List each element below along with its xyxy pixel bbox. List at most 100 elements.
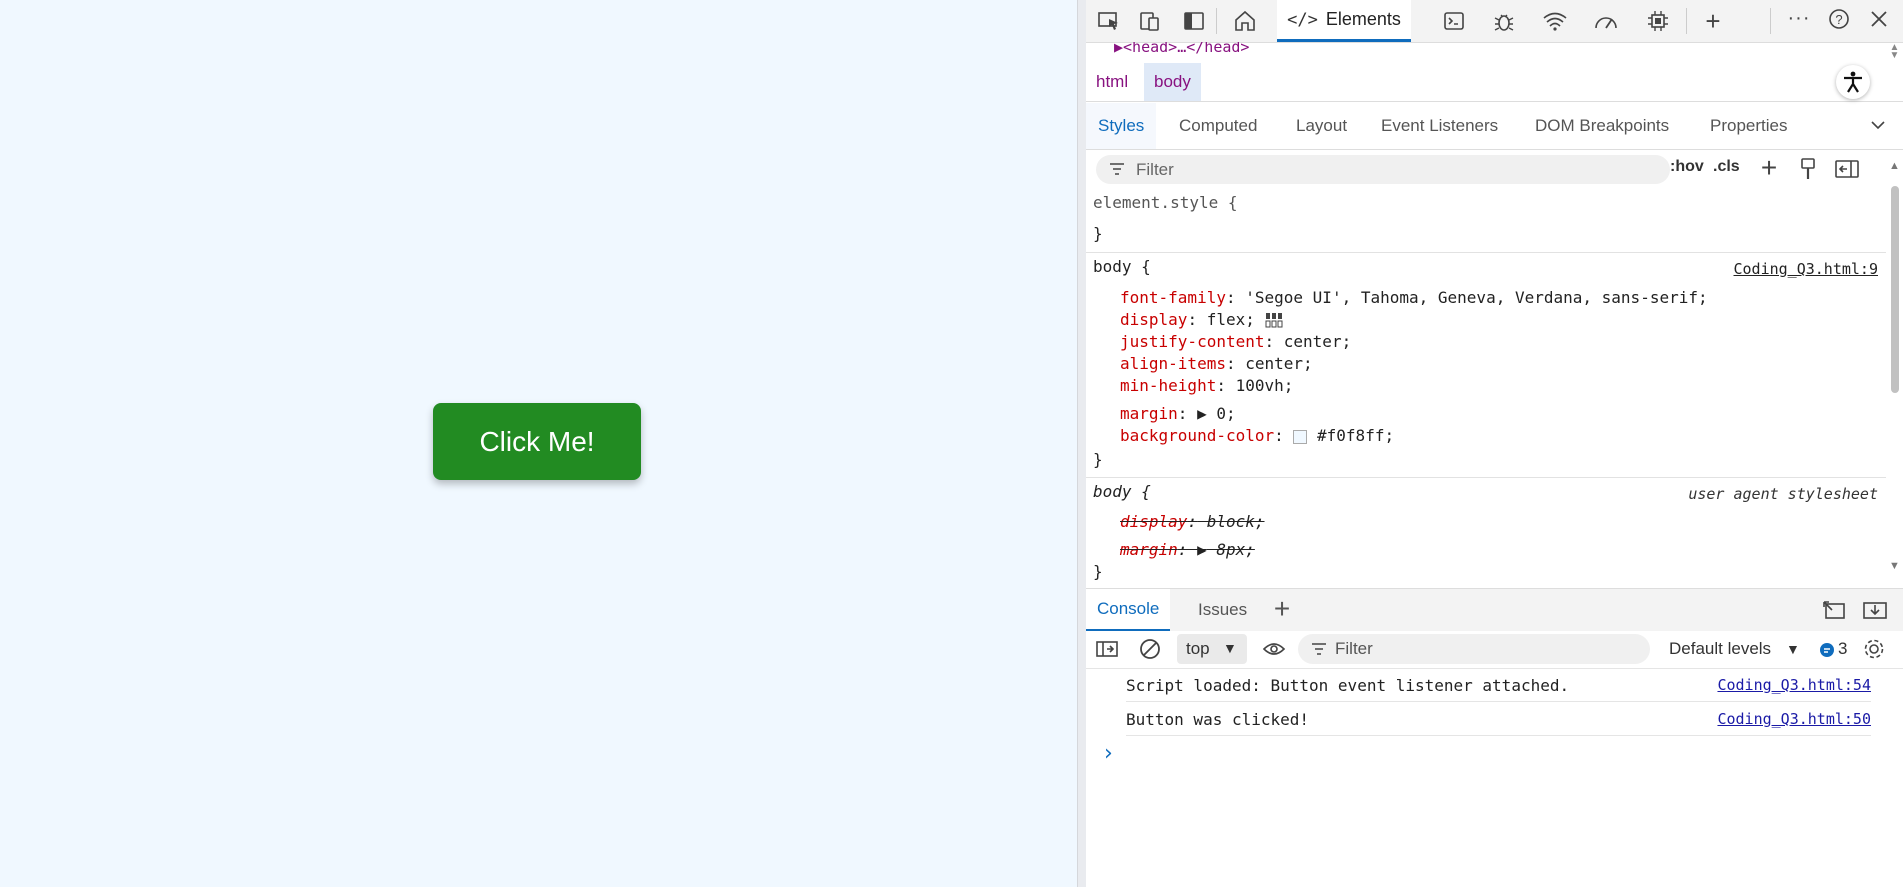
tab-dom-breakpoints[interactable]: DOM Breakpoints	[1535, 103, 1669, 149]
expand-triangle-icon[interactable]: ▶	[1197, 404, 1207, 423]
log-levels-dropdown[interactable]: Default levels	[1669, 639, 1771, 659]
memory-icon[interactable]	[1644, 8, 1672, 34]
caret-down-icon[interactable]: ▼	[1786, 641, 1800, 657]
declaration-margin[interactable]: margin: ▶ 0;	[1120, 404, 1236, 423]
body-rule-selector[interactable]: body {	[1093, 257, 1151, 276]
tab-properties[interactable]: Properties	[1710, 103, 1787, 149]
more-icon[interactable]: ···	[1786, 6, 1812, 30]
network-icon[interactable]	[1541, 8, 1569, 34]
styles-filter-placeholder: Filter	[1136, 160, 1174, 179]
declaration-justify-content[interactable]: justify-content: center;	[1120, 332, 1351, 351]
home-icon[interactable]	[1231, 8, 1259, 34]
prop-value: flex;	[1197, 310, 1255, 329]
prop-value: #f0f8ff;	[1307, 426, 1395, 445]
tab-styles[interactable]: Styles	[1086, 103, 1157, 149]
console-messages: Script loaded: Button event listener att…	[1086, 668, 1903, 887]
tab-console[interactable]: Console	[1086, 589, 1171, 631]
bug-icon[interactable]	[1491, 8, 1517, 34]
declaration-margin-overridden[interactable]: margin: ▶ 8px;	[1120, 540, 1255, 559]
styles-scrollbar[interactable]: ▲ ▼	[1886, 160, 1903, 580]
toggle-sidebar-icon[interactable]	[1834, 156, 1860, 182]
tab-issues[interactable]: Issues	[1198, 589, 1247, 631]
code-icon: </>	[1287, 9, 1318, 30]
declaration-display-overridden[interactable]: display: block;	[1120, 512, 1265, 531]
live-expression-icon[interactable]	[1261, 637, 1287, 661]
prop-name: justify-content	[1120, 332, 1265, 351]
tab-elements[interactable]: </> Elements	[1277, 0, 1411, 42]
close-icon[interactable]	[1866, 6, 1892, 32]
expand-triangle-icon[interactable]: ▶	[1197, 540, 1207, 559]
paint-brush-icon[interactable]	[1796, 156, 1820, 182]
prop-value: center;	[1235, 354, 1313, 373]
scroll-up-icon[interactable]: ▲	[1889, 160, 1900, 172]
breadcrumb-html[interactable]: html	[1086, 63, 1138, 101]
styles-filter-bar: Filter :hov .cls +	[1086, 150, 1903, 188]
console-filter-input[interactable]: Filter	[1298, 634, 1650, 664]
console-sidebar-icon[interactable]	[1095, 637, 1119, 661]
console-drawer-tabs: Console Issues +	[1086, 588, 1903, 631]
prop-name: background-color	[1120, 426, 1275, 445]
devtools-toolbar: </> Elements + ··· ?	[1086, 0, 1903, 43]
prop-name: margin	[1120, 404, 1178, 423]
element-style-selector[interactable]: element.style {	[1093, 193, 1238, 212]
hov-toggle[interactable]: :hov	[1670, 158, 1704, 176]
dock-icon[interactable]	[1181, 8, 1207, 34]
prop-value: 'Segoe UI', Tahoma, Geneva, Verdana, san…	[1235, 288, 1708, 307]
device-emulation-icon[interactable]	[1138, 8, 1164, 34]
console-message-source-link[interactable]: Coding_Q3.html:54	[1717, 676, 1871, 694]
issues-badge-icon[interactable]	[1818, 641, 1836, 659]
declaration-min-height[interactable]: min-height: 100vh;	[1120, 376, 1293, 395]
element-style-close: }	[1093, 224, 1103, 243]
add-drawer-tab-icon[interactable]: +	[1269, 593, 1295, 624]
new-style-rule-icon[interactable]: +	[1756, 152, 1782, 183]
clear-console-icon[interactable]	[1137, 636, 1163, 662]
prop-value: 0;	[1206, 404, 1236, 423]
help-icon[interactable]: ?	[1826, 6, 1852, 32]
add-tab-icon[interactable]: +	[1699, 6, 1727, 36]
issues-count[interactable]: 3	[1838, 639, 1847, 659]
context-selector[interactable]: top ▼	[1177, 634, 1247, 664]
breadcrumb-body[interactable]: body	[1144, 63, 1201, 101]
ua-rule-selector[interactable]: body {	[1093, 482, 1151, 501]
declaration-background-color[interactable]: background-color: #f0f8ff;	[1120, 426, 1394, 445]
accessibility-icon[interactable]	[1836, 65, 1870, 99]
console-message-source-link[interactable]: Coding_Q3.html:50	[1717, 710, 1871, 728]
body-rule-source-link[interactable]: Coding_Q3.html:9	[1734, 260, 1879, 278]
console-message-text: Script loaded: Button event listener att…	[1126, 676, 1570, 695]
console-settings-icon[interactable]	[1861, 636, 1887, 662]
filter-icon	[1108, 160, 1126, 178]
prop-name: min-height	[1120, 376, 1217, 395]
declaration-align-items[interactable]: align-items: center;	[1120, 354, 1313, 373]
color-swatch[interactable]	[1293, 429, 1308, 444]
tab-computed[interactable]: Computed	[1179, 103, 1257, 149]
inspect-icon[interactable]	[1096, 8, 1122, 34]
scroll-down-icon[interactable]: ▼	[1889, 560, 1900, 572]
dom-node-head[interactable]: ▶<head>…</head>	[1114, 42, 1249, 56]
ua-rule-close: }	[1093, 562, 1103, 581]
console-message[interactable]: Button was clicked! Coding_Q3.html:50	[1126, 702, 1871, 736]
chevron-down-icon[interactable]	[1866, 113, 1890, 137]
performance-icon[interactable]	[1592, 8, 1620, 34]
scrollbar-thumb[interactable]	[1891, 186, 1899, 393]
close-drawer-icon[interactable]	[1862, 598, 1888, 622]
svg-text:?: ?	[1835, 12, 1842, 27]
styles-filter-input[interactable]: Filter	[1096, 155, 1670, 184]
tab-event-listeners[interactable]: Event Listeners	[1381, 103, 1498, 149]
context-selector-label: top	[1186, 639, 1210, 658]
declaration-display[interactable]: display: flex;	[1120, 310, 1255, 329]
cls-toggle[interactable]: .cls	[1713, 158, 1740, 176]
tab-layout[interactable]: Layout	[1296, 103, 1347, 149]
console-message[interactable]: Script loaded: Button event listener att…	[1126, 668, 1871, 702]
dom-scroll-arrows-icon[interactable]: ▲ ▼	[1886, 42, 1903, 62]
prop-name: font-family	[1120, 288, 1226, 307]
undock-drawer-icon[interactable]	[1821, 598, 1847, 622]
page-viewport: Click Me!	[0, 0, 1077, 887]
console-prompt-icon[interactable]: ›	[1104, 741, 1113, 766]
caret-down-icon: ▼	[1223, 640, 1237, 656]
console-icon[interactable]	[1441, 8, 1467, 34]
flexbox-editor-icon[interactable]	[1264, 310, 1284, 330]
click-me-button[interactable]: Click Me!	[433, 403, 641, 480]
dom-tree: ▶<head>…</head>	[1086, 42, 1886, 62]
declaration-font-family[interactable]: font-family: 'Segoe UI', Tahoma, Geneva,…	[1120, 288, 1708, 307]
filter-icon	[1310, 640, 1328, 658]
